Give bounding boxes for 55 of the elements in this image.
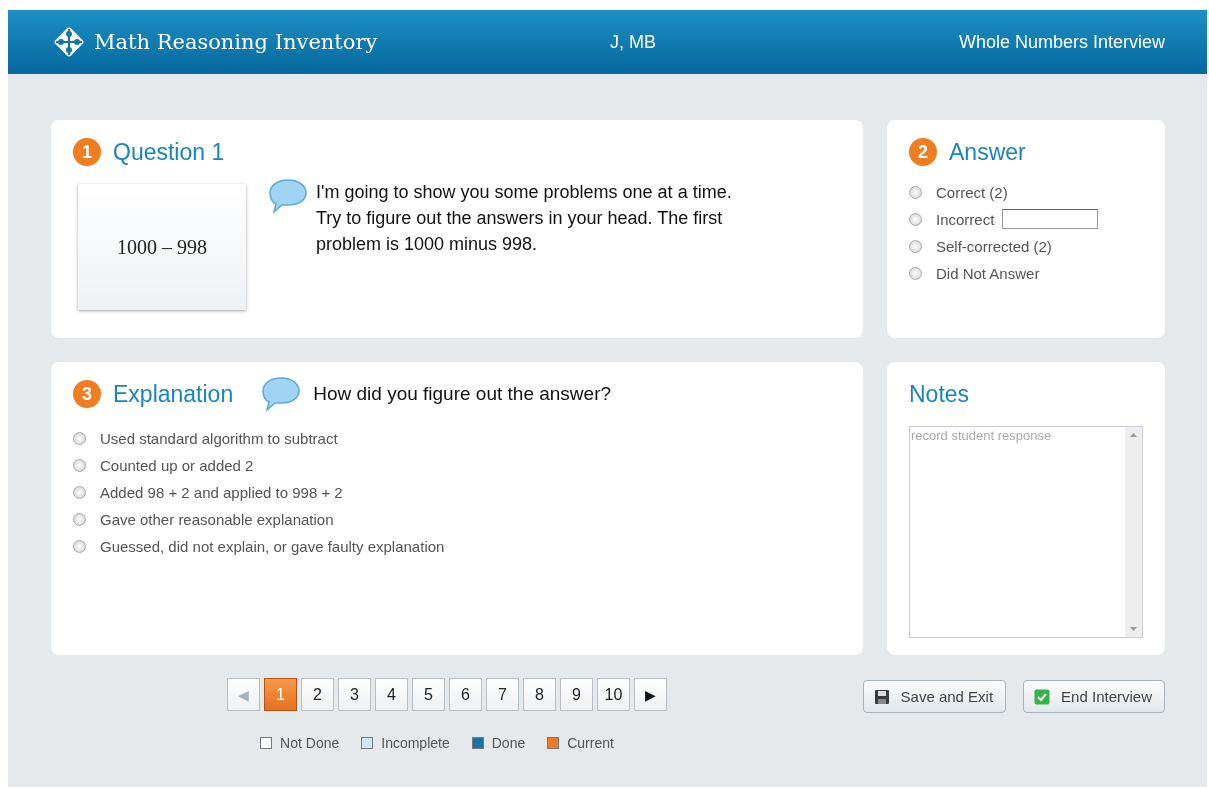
page-button[interactable]: 5 — [412, 678, 445, 711]
option-label: Counted up or added 2 — [100, 456, 254, 474]
app-title: Math Reasoning Inventory — [94, 30, 378, 54]
radio-button[interactable] — [909, 266, 922, 280]
student-name: J, MB — [610, 31, 657, 53]
legend-label: Incomplete — [381, 735, 450, 751]
end-interview-button[interactable]: End Interview — [1023, 680, 1165, 713]
option-label: Added 98 + 2 and applied to 998 + 2 — [100, 483, 343, 501]
scrollbar[interactable] — [1125, 427, 1142, 637]
radio-button[interactable] — [909, 185, 922, 199]
checkmark-icon — [1034, 688, 1051, 705]
page-button[interactable]: 2 — [301, 678, 334, 711]
radio-button[interactable] — [73, 431, 86, 445]
radio-button[interactable] — [73, 485, 86, 499]
explanation-prompt: How did you figure out the answer? — [313, 383, 612, 405]
option-label: Self-corrected (2) — [936, 237, 1052, 255]
radio-button[interactable] — [73, 512, 86, 526]
option-label: Used standard algorithm to subtract — [100, 429, 338, 447]
page-button[interactable]: 6 — [449, 678, 482, 711]
question-prompt: I'm going to show you some problems one at a time. Try to figure out the answers in your head. The first problem is 1000 minus 998. — [316, 181, 733, 256]
notes-field[interactable]: record student response — [909, 426, 1143, 638]
page-button[interactable]: 10 — [597, 678, 630, 711]
radio-button[interactable] — [73, 539, 86, 553]
problem-card: 1000 – 998 — [78, 184, 246, 310]
page-button[interactable]: 4 — [375, 678, 408, 711]
page-button[interactable]: 3 — [338, 678, 371, 711]
section-title: Question 1 — [113, 138, 225, 166]
section-title: Notes — [909, 380, 970, 408]
option-label: Gave other reasonable explanation — [100, 510, 334, 528]
scroll-up-icon[interactable] — [1130, 433, 1137, 437]
legend-label: Done — [491, 735, 526, 751]
step-number: 2 — [909, 138, 937, 166]
option-label: Guessed, did not explain, or gave faulty explanation — [100, 537, 445, 555]
radio-button[interactable] — [909, 212, 922, 226]
page-button[interactable]: 7 — [486, 678, 519, 711]
option-label: Incorrect — [936, 210, 995, 228]
step-number: 1 — [73, 138, 101, 166]
radio-button[interactable] — [909, 239, 922, 253]
input-field[interactable] — [1002, 209, 1099, 229]
section-title: Explanation — [113, 380, 234, 408]
radio-button[interactable] — [73, 458, 86, 472]
legend-label: Not Done — [280, 735, 340, 751]
page-button[interactable]: 8 — [523, 678, 556, 711]
section-title: Answer — [949, 138, 1026, 166]
page-button[interactable]: 9 — [560, 678, 593, 711]
option-label: Did Not Answer — [936, 264, 1040, 282]
option-label: Correct (2) — [936, 183, 1008, 201]
step-number: 3 — [73, 380, 101, 408]
save-exit-button[interactable]: Save and Exit — [862, 680, 1007, 713]
legend-label: Current — [567, 735, 614, 751]
speech-bubble-icon — [261, 376, 302, 412]
next-button[interactable]: ▶ — [634, 678, 667, 711]
interview-title: Whole Numbers Interview — [958, 31, 1165, 53]
speech-bubble-icon — [268, 178, 308, 214]
scroll-down-icon[interactable] — [1130, 627, 1137, 631]
